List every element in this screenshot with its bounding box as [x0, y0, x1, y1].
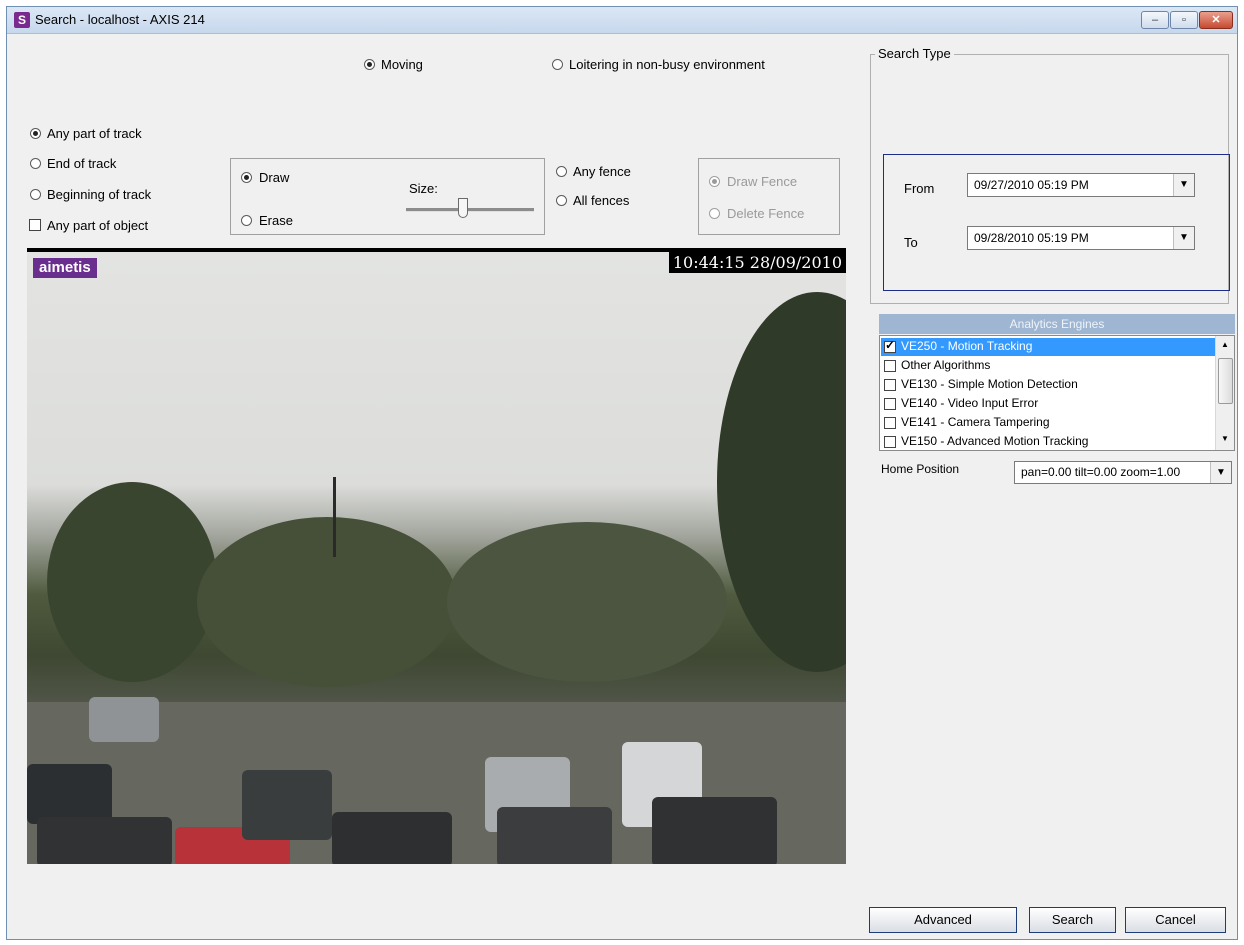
chevron-down-icon[interactable]: ▼ [1173, 174, 1194, 196]
maximize-icon: ▫ [1182, 14, 1186, 26]
minimize-button[interactable]: – [1141, 11, 1169, 29]
cancel-button[interactable]: Cancel [1125, 907, 1226, 933]
tree [447, 522, 727, 682]
list-item-checkbox[interactable] [884, 379, 896, 391]
list-item-checkbox[interactable] [884, 398, 896, 410]
scrollbar-thumb[interactable] [1218, 358, 1233, 404]
title-bar[interactable]: S Search - localhost - AXIS 214 – ▫ ✕ [7, 7, 1237, 34]
home-position-value: pan=0.00 tilt=0.00 zoom=1.00 [1021, 465, 1181, 479]
maximize-button[interactable]: ▫ [1170, 11, 1198, 29]
list-item[interactable]: Other Algorithms [881, 357, 1215, 375]
to-label: To [904, 235, 918, 250]
tree [717, 292, 846, 672]
list-item[interactable]: VE250 - Motion Tracking [881, 338, 1215, 356]
car [332, 812, 452, 864]
video-timestamp: 10:44:15 28/09/2010 [668, 252, 846, 273]
tree [47, 482, 217, 682]
erase-radio[interactable] [241, 215, 252, 226]
draw-erase-group: Draw Erase Size: [230, 158, 545, 235]
list-item-checkbox[interactable] [884, 436, 896, 448]
any-fence-label: Any fence [573, 164, 631, 179]
any-part-of-object-label: Any part of object [47, 218, 149, 233]
any-part-of-object-checkbox[interactable] [29, 219, 41, 231]
list-item[interactable]: VE150 - Advanced Motion Tracking [881, 433, 1215, 450]
car [37, 817, 172, 864]
car [89, 697, 159, 742]
minimize-icon: – [1151, 14, 1159, 26]
scroll-up-icon[interactable]: ▲ [1216, 340, 1234, 349]
car [27, 764, 112, 824]
moving-label: Moving [381, 57, 423, 72]
size-slider-track[interactable] [406, 208, 534, 212]
draw-fence-label: Draw Fence [727, 174, 798, 189]
beginning-of-track-label: Beginning of track [47, 187, 152, 202]
list-item[interactable]: VE140 - Video Input Error [881, 395, 1215, 413]
date-range-frame: From 09/27/2010 05:19 PM ▼ To 09/28/2010… [883, 154, 1230, 291]
from-date-dropdown[interactable]: 09/27/2010 05:19 PM ▼ [967, 173, 1195, 197]
home-position-dropdown[interactable]: pan=0.00 tilt=0.00 zoom=1.00 ▼ [1014, 461, 1232, 484]
any-part-of-track-radio[interactable] [30, 128, 41, 139]
window-title: Search - localhost - AXIS 214 [35, 12, 205, 27]
loitering-label: Loitering in non-busy environment [569, 57, 765, 72]
car [652, 797, 777, 864]
fence-edit-group: Draw Fence Delete Fence [698, 158, 840, 235]
car [497, 807, 612, 864]
search-button[interactable]: Search [1029, 907, 1116, 933]
all-fences-label: All fences [573, 193, 630, 208]
list-item-label: VE140 - Video Input Error [901, 396, 1039, 410]
list-item-checkbox[interactable] [884, 360, 896, 372]
to-date-value: 09/28/2010 05:19 PM [974, 231, 1089, 245]
vertical-scrollbar[interactable]: ▲ ▼ [1215, 336, 1234, 450]
analytics-engines-list[interactable]: VE250 - Motion Tracking Other Algorithms… [879, 335, 1235, 451]
search-type-title: Search Type [875, 46, 954, 61]
home-position-label: Home Position [881, 462, 960, 476]
draw-radio[interactable] [241, 172, 252, 183]
close-icon: ✕ [1211, 14, 1221, 26]
draw-label: Draw [259, 170, 290, 185]
loitering-radio[interactable] [552, 59, 563, 70]
list-item-label: Other Algorithms [901, 358, 991, 372]
chevron-down-icon[interactable]: ▼ [1210, 462, 1231, 483]
list-item-checkbox[interactable] [884, 338, 896, 353]
aimetis-logo: aimetis [33, 258, 97, 278]
size-slider-thumb[interactable] [458, 198, 468, 218]
beginning-of-track-radio[interactable] [30, 189, 41, 200]
analytics-engines-header: Analytics Engines [879, 314, 1235, 334]
end-of-track-label: End of track [47, 156, 117, 171]
all-fences-radio[interactable] [556, 195, 567, 206]
scroll-down-icon[interactable]: ▼ [1216, 434, 1234, 443]
list-item[interactable]: VE141 - Camera Tampering [881, 414, 1215, 432]
from-date-value: 09/27/2010 05:19 PM [974, 178, 1089, 192]
list-item-label: VE141 - Camera Tampering [901, 415, 1050, 429]
search-type-group: Search Type From 09/27/2010 05:19 PM ▼ T… [870, 46, 1230, 304]
delete-fence-radio[interactable] [709, 208, 720, 219]
any-part-of-track-label: Any part of track [47, 126, 142, 141]
any-fence-radio[interactable] [556, 166, 567, 177]
list-item[interactable]: VE130 - Simple Motion Detection [881, 376, 1215, 394]
delete-fence-label: Delete Fence [727, 206, 805, 221]
end-of-track-radio[interactable] [30, 158, 41, 169]
chevron-down-icon[interactable]: ▼ [1173, 227, 1194, 249]
to-date-dropdown[interactable]: 09/28/2010 05:19 PM ▼ [967, 226, 1195, 250]
size-label: Size: [409, 181, 438, 196]
list-item-label: VE250 - Motion Tracking [901, 339, 1033, 353]
search-window: S Search - localhost - AXIS 214 – ▫ ✕ Mo… [6, 6, 1238, 940]
app-icon: S [14, 12, 30, 28]
camera-video-view[interactable]: aimetis 10:44:15 28/09/2010 [27, 248, 846, 864]
from-label: From [904, 181, 935, 196]
draw-fence-radio[interactable] [709, 176, 720, 187]
moving-radio[interactable] [364, 59, 375, 70]
list-item-checkbox[interactable] [884, 417, 896, 429]
list-item-label: VE130 - Simple Motion Detection [901, 377, 1078, 391]
erase-label: Erase [259, 213, 293, 228]
close-button[interactable]: ✕ [1199, 11, 1233, 29]
advanced-button[interactable]: Advanced [869, 907, 1017, 933]
tree [197, 517, 457, 687]
utility-pole [333, 477, 336, 557]
list-item-label: VE150 - Advanced Motion Tracking [901, 434, 1089, 448]
car [242, 770, 332, 840]
